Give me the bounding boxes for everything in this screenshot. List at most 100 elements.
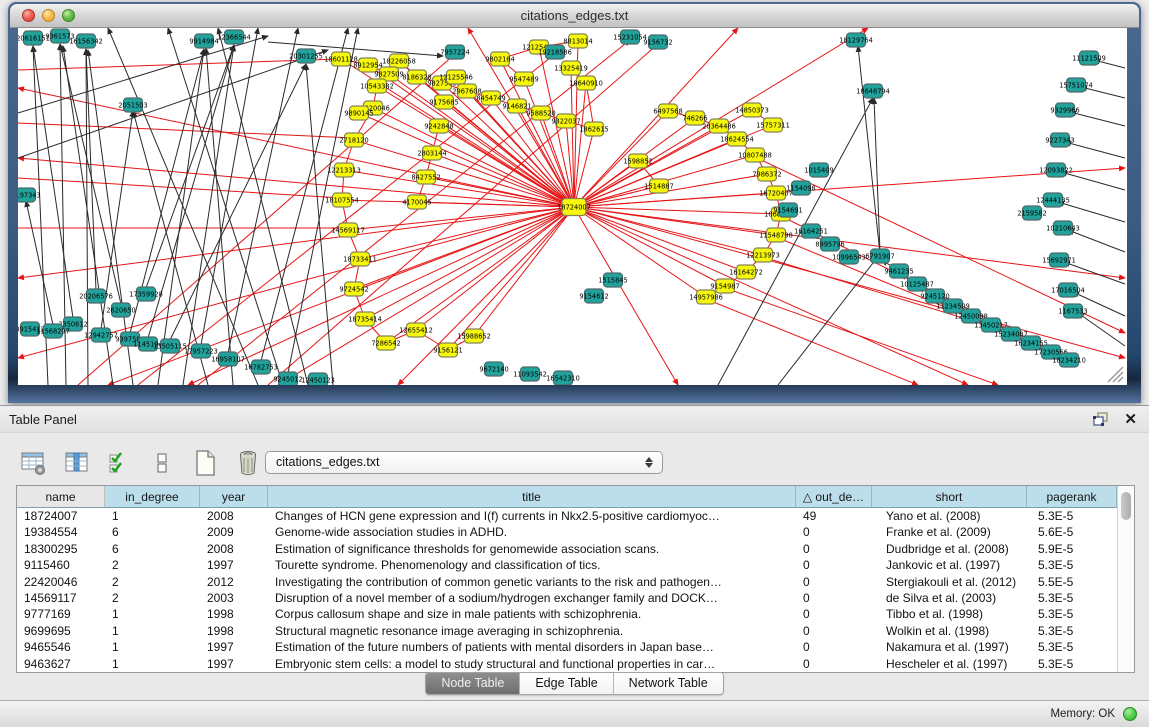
network-edge[interactable]: [60, 44, 121, 304]
table-cell[interactable]: 0: [796, 574, 872, 590]
table-cell[interactable]: Tibbo et al. (1998): [872, 606, 1027, 622]
network-edge[interactable]: [278, 207, 574, 385]
window-titlebar[interactable]: citations_edges.txt: [10, 4, 1139, 28]
table-cell[interactable]: 2: [105, 574, 200, 590]
table-mode-button[interactable]: [18, 448, 48, 478]
table-cell[interactable]: Franke et al. (2009): [872, 524, 1027, 540]
network-edge[interactable]: [348, 207, 574, 230]
network-edge[interactable]: [1058, 202, 1125, 222]
delete-column-button[interactable]: [233, 448, 263, 478]
column-header[interactable]: △ out_de…: [796, 486, 872, 508]
table-cell[interactable]: Estimation of significance thresholds fo…: [268, 541, 796, 557]
table-cell[interactable]: 1997: [200, 656, 268, 672]
table-cell[interactable]: 1998: [200, 623, 268, 639]
network-edge[interactable]: [398, 207, 574, 385]
table-cell[interactable]: 22420046: [17, 574, 105, 590]
table-cell[interactable]: 6: [105, 524, 200, 540]
table-cell[interactable]: 2012: [200, 574, 268, 590]
table-cell[interactable]: 2: [105, 590, 200, 606]
network-edge[interactable]: [574, 28, 868, 207]
table-cell[interactable]: Tourette syndrome. Phenomenology and cla…: [268, 557, 796, 573]
table-cell[interactable]: 0: [796, 606, 872, 622]
table-cell[interactable]: 5.9E-5: [1027, 541, 1117, 557]
table-cell[interactable]: 1: [105, 508, 200, 524]
table-cell[interactable]: 9463627: [17, 656, 105, 672]
network-edge[interactable]: [183, 45, 234, 385]
table-cell[interactable]: 1: [105, 606, 200, 622]
table-cell[interactable]: 1: [105, 656, 200, 672]
network-graph[interactable]: 1860112889129541822605898275098186328105…: [18, 28, 1127, 385]
network-edge[interactable]: [146, 45, 234, 288]
table-cell[interactable]: 0: [796, 639, 872, 655]
table-cell[interactable]: Structural magnetic resonance image aver…: [268, 623, 796, 639]
table-cell[interactable]: Stergiakouli et al. (2012): [872, 574, 1027, 590]
table-cell[interactable]: 1: [105, 639, 200, 655]
column-header[interactable]: short: [872, 486, 1027, 508]
memory-ok-icon[interactable]: [1123, 707, 1137, 721]
network-edge[interactable]: [574, 207, 706, 297]
table-cell[interactable]: 2008: [200, 508, 268, 524]
network-edge[interactable]: [858, 46, 880, 254]
network-edge[interactable]: [359, 113, 574, 207]
column-header[interactable]: year: [200, 486, 268, 508]
table-cell[interactable]: 9777169: [17, 606, 105, 622]
network-edge[interactable]: [778, 254, 880, 385]
network-edge[interactable]: [574, 207, 1125, 358]
table-cell[interactable]: 5.3E-5: [1027, 508, 1117, 524]
table-cell[interactable]: Investigating the contribution of common…: [268, 574, 796, 590]
network-edge[interactable]: [218, 28, 308, 385]
table-cell[interactable]: Embryonic stem cells: a model to study s…: [268, 656, 796, 672]
table-cell[interactable]: de Silva et al. (2003): [872, 590, 1027, 606]
network-edge[interactable]: [360, 207, 574, 259]
column-header[interactable]: name: [17, 486, 105, 508]
table-cell[interactable]: 9699695: [17, 623, 105, 639]
table-cell[interactable]: 0: [796, 623, 872, 639]
column-header[interactable]: pagerank: [1027, 486, 1117, 508]
column-header[interactable]: title: [268, 486, 796, 508]
network-edge[interactable]: [524, 79, 574, 207]
table-cell[interactable]: 0: [796, 590, 872, 606]
table-cell[interactable]: 2003: [200, 590, 268, 606]
table-cell[interactable]: 5.3E-5: [1027, 623, 1117, 639]
table-cell[interactable]: Nakamura et al. (1997): [872, 639, 1027, 655]
table-cell[interactable]: 6: [105, 541, 200, 557]
network-edge[interactable]: [158, 49, 204, 385]
select-columns-button[interactable]: [104, 448, 134, 478]
table-cell[interactable]: 2008: [200, 541, 268, 557]
table-cell[interactable]: 5.3E-5: [1027, 606, 1117, 622]
new-column-button[interactable]: [190, 448, 220, 478]
table-cell[interactable]: 49: [796, 508, 872, 524]
row-height-button[interactable]: [147, 448, 177, 478]
table-cell[interactable]: 0: [796, 541, 872, 557]
network-canvas[interactable]: 1860112889129541822605898275098186328105…: [18, 28, 1127, 385]
table-cell[interactable]: 2: [105, 557, 200, 573]
table-cell[interactable]: Corpus callosum shape and size in male p…: [268, 606, 796, 622]
network-edge[interactable]: [574, 207, 763, 255]
table-cell[interactable]: 1998: [200, 606, 268, 622]
table-cell[interactable]: 1997: [200, 557, 268, 573]
network-edge[interactable]: [365, 207, 574, 319]
scrollbar-thumb[interactable]: [1121, 492, 1131, 520]
table-cell[interactable]: Estimation of the future numbers of pati…: [268, 639, 796, 655]
table-select-dropdown[interactable]: citations_edges.txt: [265, 451, 663, 474]
network-edge[interactable]: [18, 158, 574, 207]
table-cell[interactable]: 14569117: [17, 590, 105, 606]
table-scrollbar[interactable]: [1117, 486, 1134, 672]
table-cell[interactable]: 5.3E-5: [1027, 656, 1117, 672]
table-cell[interactable]: 5.3E-5: [1027, 557, 1117, 573]
table-cell[interactable]: 18724007: [17, 508, 105, 524]
network-edge[interactable]: [18, 123, 354, 138]
tab-node-table[interactable]: Node Table: [426, 673, 519, 694]
network-edge[interactable]: [1064, 262, 1125, 284]
table-cell[interactable]: Yano et al. (2008): [872, 508, 1027, 524]
table-cell[interactable]: Genome-wide association studies in ADHD.: [268, 524, 796, 540]
table-cell[interactable]: Jankovic et al. (1997): [872, 557, 1027, 573]
float-panel-icon[interactable]: [1093, 412, 1109, 426]
table-cell[interactable]: Wolkin et al. (1998): [872, 623, 1027, 639]
table-cell[interactable]: Disruption of a novel member of a sodium…: [268, 590, 796, 606]
network-edge[interactable]: [1061, 172, 1125, 190]
table-cell[interactable]: 2009: [200, 524, 268, 540]
table-cell[interactable]: 18300295: [17, 541, 105, 557]
show-columns-button[interactable]: [61, 448, 91, 478]
table-cell[interactable]: 5.3E-5: [1027, 590, 1117, 606]
